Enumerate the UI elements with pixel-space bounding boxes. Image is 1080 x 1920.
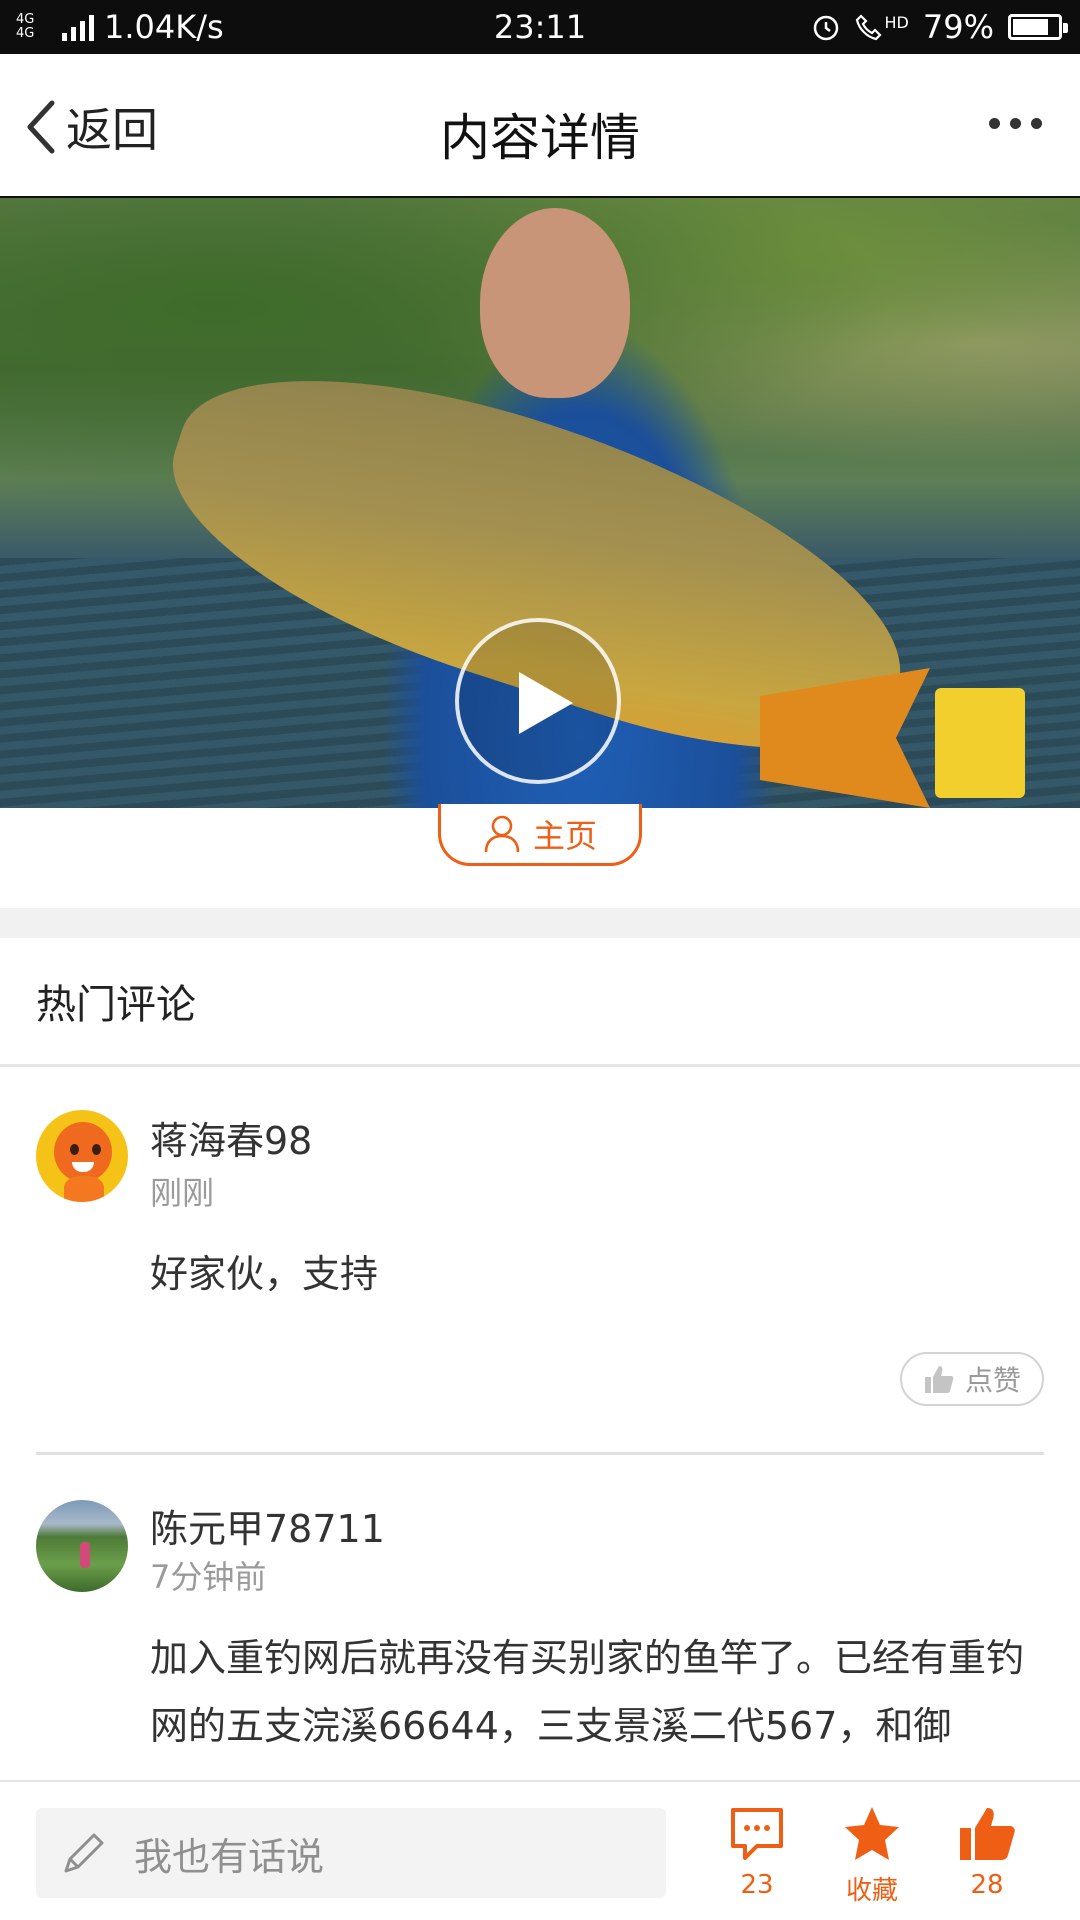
profile-homepage-label: 主页 <box>532 816 597 855</box>
comment-author[interactable]: 陈元甲78711 <box>150 1498 385 1553</box>
video-thumbnail-bucket <box>935 688 1025 798</box>
comment-time: 刚刚 <box>150 1174 215 1212</box>
section-gap <box>0 908 1080 938</box>
divider <box>0 1064 1080 1067</box>
profile-homepage-button[interactable]: 主页 <box>438 804 642 866</box>
alarm-icon <box>813 15 838 41</box>
avatar-eye <box>70 1144 79 1155</box>
comment-input-placeholder: 我也有话说 <box>134 1834 325 1879</box>
status-bar: 4G 4G 1.04K/s 23:11 HD 79% <box>0 0 1080 54</box>
avatar-figure <box>80 1542 90 1568</box>
video-player[interactable] <box>0 198 1080 808</box>
comment-icon <box>731 1808 783 1860</box>
play-icon <box>519 672 573 734</box>
comment-like-button[interactable]: 点赞 <box>900 1352 1044 1406</box>
like-count: 28 <box>970 1870 1004 1900</box>
hd-label: HD <box>884 13 909 32</box>
comment-author[interactable]: 蒋海春98 <box>150 1110 312 1165</box>
comments-button[interactable]: 23 <box>707 1804 807 1900</box>
avatar[interactable] <box>36 1110 128 1202</box>
page-title: 内容详情 <box>440 109 640 167</box>
battery-icon <box>1008 14 1068 40</box>
more-options-icon[interactable] <box>989 118 1042 129</box>
comment-text: 加入重钓网后就再没有买别家的鱼竿了。已经有重钓网的五支浣溪66644，三支景溪二… <box>150 1636 1025 1748</box>
bottom-bar: 我也有话说 23 收藏 28 <box>0 1780 1080 1920</box>
hot-comments-title: 热门评论 <box>36 982 196 1028</box>
video-thumbnail-head <box>480 208 630 398</box>
status-right: HD 79% <box>811 8 1068 46</box>
thumbs-up-icon <box>924 1366 954 1393</box>
battery-percent: 79% <box>922 8 994 46</box>
comment-count: 23 <box>740 1870 774 1900</box>
avatar[interactable] <box>36 1500 128 1592</box>
like-button[interactable]: 28 <box>937 1804 1037 1900</box>
comment-like-label: 点赞 <box>964 1364 1021 1397</box>
thumbs-up-icon <box>960 1808 1015 1860</box>
favorite-button[interactable]: 收藏 <box>822 1804 922 1907</box>
comment-input[interactable]: 我也有话说 <box>36 1808 666 1898</box>
favorite-label: 收藏 <box>845 1876 898 1906</box>
play-button[interactable] <box>455 618 621 784</box>
pencil-icon <box>64 1833 104 1873</box>
avatar-eye <box>92 1144 101 1155</box>
comment-time: 7分钟前 <box>150 1558 267 1596</box>
phone-icon <box>855 14 882 41</box>
nav-bar: 返回 内容详情 <box>0 54 1080 198</box>
avatar-body <box>64 1176 104 1202</box>
battery-fill <box>1013 19 1048 35</box>
star-icon <box>845 1807 899 1860</box>
comment-text: 好家伙，支持 <box>150 1252 379 1296</box>
hd-call-indicator: HD <box>855 13 909 41</box>
avatar-face <box>54 1122 112 1182</box>
divider <box>36 1452 1044 1455</box>
user-icon <box>484 815 520 852</box>
